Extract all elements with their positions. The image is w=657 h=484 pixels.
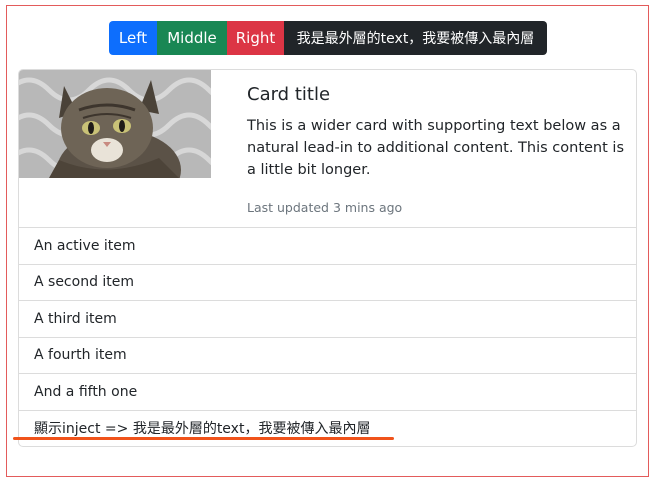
list-item-fourth[interactable]: A fourth item: [19, 336, 636, 374]
last-updated-text: Last updated 3 mins ago: [247, 200, 403, 215]
list-group: An active item A second item A third ite…: [19, 227, 636, 446]
list-item-inject[interactable]: 顯示inject => 我是最外層的text，我要被傳入最內層: [19, 409, 636, 447]
list-item-fifth[interactable]: And a fifth one: [19, 373, 636, 410]
card-body: Card title This is a wider card with sup…: [247, 82, 627, 215]
list-item-second[interactable]: A second item: [19, 263, 636, 301]
outer-text-button[interactable]: 我是最外層的text，我要被傳入最內層: [284, 21, 547, 55]
cat-image: [19, 70, 211, 178]
cat-photo-icon: [19, 70, 211, 178]
right-button[interactable]: Right: [227, 21, 284, 55]
button-group: Left Middle Right 我是最外層的text，我要被傳入最內層: [109, 21, 547, 55]
middle-button[interactable]: Middle: [157, 21, 227, 55]
card-text: This is a wider card with supporting tex…: [247, 118, 624, 178]
list-item-active[interactable]: An active item: [19, 227, 636, 264]
list-item-third[interactable]: A third item: [19, 300, 636, 337]
highlight-underline: [13, 437, 394, 440]
left-button[interactable]: Left: [109, 21, 157, 55]
card: Card title This is a wider card with sup…: [18, 69, 637, 447]
card-title: Card title: [247, 84, 331, 105]
